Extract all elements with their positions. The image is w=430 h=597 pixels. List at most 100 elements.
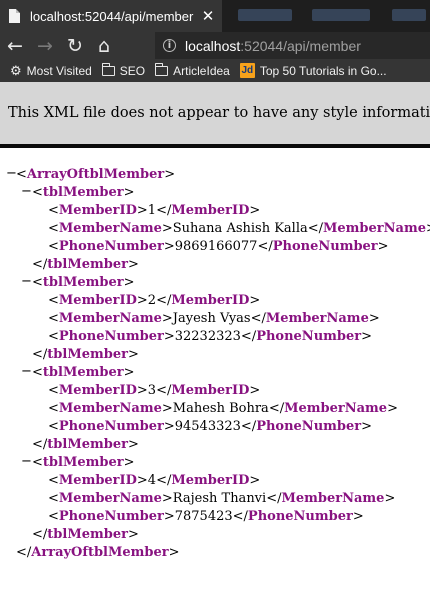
angle-bracket: </ <box>32 257 48 272</box>
angle-bracket: </ <box>257 239 273 254</box>
collapse-toggle[interactable]: − <box>21 184 32 199</box>
xml-member-open: − <tblMember> <box>0 274 430 292</box>
blurred-tab <box>238 9 292 21</box>
angle-bracket: > <box>161 311 173 326</box>
home-icon[interactable]: ⌂ <box>91 32 117 59</box>
angle-bracket: </ <box>232 509 248 524</box>
xml-member-close: </tblMember> <box>0 436 430 454</box>
xml-member-close: </tblMember> <box>0 346 430 364</box>
xml-value: 32232323 <box>174 329 241 344</box>
angle-bracket: > <box>163 329 175 344</box>
xml-tag-name: tblMember <box>47 347 128 362</box>
angle-bracket: </ <box>16 545 32 560</box>
xml-tag-name: MemberName <box>58 401 162 416</box>
xml-value: 4 <box>147 473 157 488</box>
angle-bracket: > <box>249 383 261 398</box>
bookmark-most-visited[interactable]: ⚙ Most Visited <box>10 63 92 79</box>
xml-field-membername: <MemberName>Jayesh Vyas</MemberName> <box>0 310 430 328</box>
angle-bracket: </ <box>156 383 172 398</box>
xml-member-open: − <tblMember> <box>0 184 430 202</box>
forward-arrow-icon[interactable]: → <box>32 32 58 59</box>
angle-bracket: < <box>48 221 59 236</box>
xml-tag-name: MemberID <box>58 383 137 398</box>
blurred-tab <box>312 9 370 21</box>
angle-bracket: > <box>168 545 180 560</box>
xml-tag-name: MemberName <box>323 221 426 236</box>
xml-tag-name: tblMember <box>47 437 128 452</box>
xml-tag-name: MemberID <box>171 383 250 398</box>
bookmark-label: ArticleIdea <box>173 63 230 78</box>
xml-tag-name: PhoneNumber <box>58 419 164 434</box>
collapse-toggle[interactable]: − <box>6 166 17 181</box>
xml-tag-name: MemberName <box>58 221 162 236</box>
angle-bracket: < <box>16 167 27 182</box>
xml-tag-name: MemberID <box>171 473 250 488</box>
xml-info-text: This XML file does not appear to have an… <box>8 105 430 121</box>
angle-bracket: > <box>384 491 396 506</box>
collapse-toggle[interactable]: − <box>21 364 32 379</box>
xml-tag-name: PhoneNumber <box>256 329 362 344</box>
angle-bracket: > <box>127 527 139 542</box>
bookmark-seo[interactable]: SEO <box>101 62 145 78</box>
url-path: :52044/api/member <box>240 37 361 54</box>
xml-tag-name: ArrayOftblMember <box>26 167 165 182</box>
info-icon[interactable]: i <box>163 39 176 52</box>
xml-field-phonenumber: <PhoneNumber>7875423</PhoneNumber> <box>0 508 430 526</box>
xml-field-membername: <MemberName>Suhana Ashish Kalla</MemberN… <box>0 220 430 238</box>
xml-value: 94543323 <box>174 419 241 434</box>
xml-tag-name: MemberName <box>265 311 369 326</box>
bookmark-top-50-tutorials[interactable]: Jd Top 50 Tutorials in Go... <box>239 63 387 78</box>
angle-bracket: < <box>48 419 59 434</box>
xml-tag-name: tblMember <box>42 275 124 290</box>
angle-bracket: > <box>249 203 261 218</box>
xml-member-close: </tblMember> <box>0 526 430 544</box>
angle-bracket: </ <box>250 311 266 326</box>
angle-bracket: > <box>127 347 139 362</box>
xml-tree: − <ArrayOftblMember> − <tblMember> <MemberID… <box>0 166 430 562</box>
xml-root-close: </ArrayOftblMember> <box>0 544 430 562</box>
angle-bracket: > <box>361 329 373 344</box>
address-bar[interactable]: i localhost:52044/api/member <box>155 32 430 59</box>
close-tab-icon[interactable]: ✕ <box>200 7 216 25</box>
reload-icon[interactable]: ↻ <box>62 32 88 59</box>
angle-bracket: </ <box>307 221 324 236</box>
xml-field-memberid: <MemberID>1</MemberID> <box>0 202 430 220</box>
xml-tag-name: PhoneNumber <box>58 509 164 524</box>
toolbar: ← → ↻ ⌂ i localhost:52044/api/member <box>0 32 430 59</box>
angle-bracket: > <box>163 239 175 254</box>
xml-field-memberid: <MemberID>4</MemberID> <box>0 472 430 490</box>
collapse-toggle[interactable]: − <box>21 454 32 469</box>
page-icon <box>9 9 20 23</box>
angle-bracket: > <box>136 203 148 218</box>
jd-logo-icon: Jd <box>239 63 255 78</box>
angle-bracket: > <box>161 491 173 506</box>
back-arrow-icon[interactable]: ← <box>2 32 28 59</box>
angle-bracket: > <box>387 401 398 416</box>
angle-bracket: > <box>136 293 148 308</box>
browser-tab[interactable]: localhost:52044/api/member ✕ <box>0 0 222 32</box>
angle-bracket: > <box>377 239 389 254</box>
angle-bracket: </ <box>32 437 48 452</box>
xml-tag-name: tblMember <box>47 257 128 272</box>
angle-bracket: < <box>32 185 43 200</box>
angle-bracket: < <box>48 329 59 344</box>
angle-bracket: > <box>249 473 261 488</box>
xml-tag-name: MemberID <box>171 293 250 308</box>
xml-value: 7875423 <box>174 509 233 524</box>
xml-tag-name: MemberID <box>58 293 137 308</box>
xml-tag-name: MemberName <box>58 491 162 506</box>
angle-bracket: < <box>48 293 59 308</box>
xml-tag-name: MemberID <box>171 203 250 218</box>
bookmark-articleidea[interactable]: ArticleIdea <box>155 62 230 78</box>
angle-bracket: > <box>123 365 135 380</box>
angle-bracket: > <box>127 257 139 272</box>
xml-value: 3 <box>147 383 157 398</box>
xml-value: 2 <box>147 293 157 308</box>
angle-bracket: > <box>161 401 173 416</box>
blurred-tab <box>392 9 426 21</box>
collapse-toggle[interactable]: − <box>21 274 32 289</box>
angle-bracket: < <box>32 365 43 380</box>
xml-tag-name: PhoneNumber <box>256 419 362 434</box>
angle-bracket: < <box>48 473 59 488</box>
xml-field-memberid: <MemberID>3</MemberID> <box>0 382 430 400</box>
